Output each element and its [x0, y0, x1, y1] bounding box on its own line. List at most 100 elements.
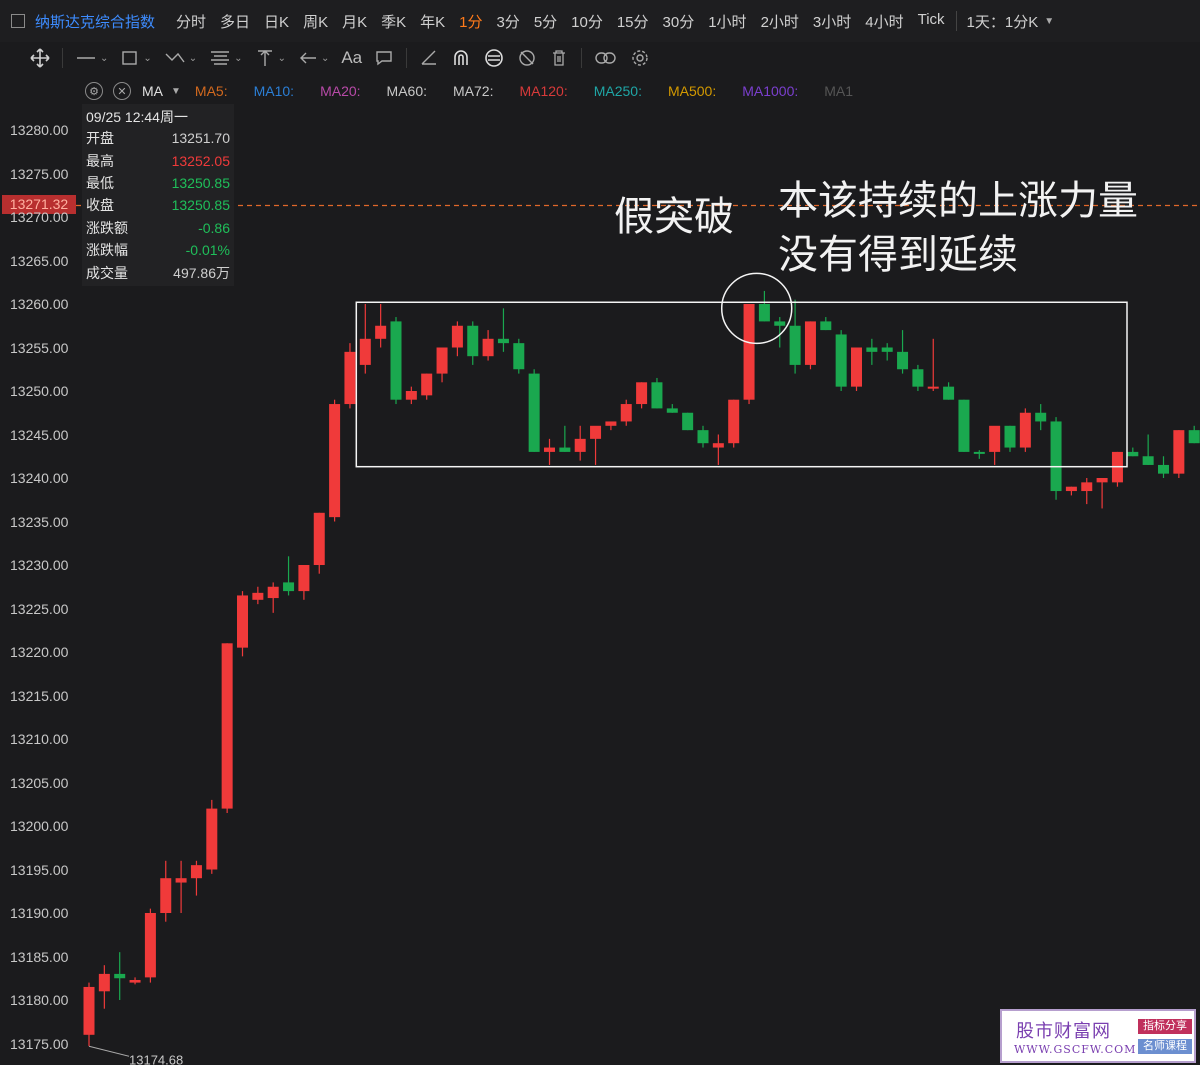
sync-icon[interactable] [483, 44, 505, 72]
info-row: 涨跌幅 -0.01% [82, 239, 234, 261]
ma-item[interactable]: MA1 [824, 83, 853, 99]
chevron-down-icon[interactable]: ⌄ [321, 53, 329, 64]
candle-body [1096, 478, 1108, 483]
timeframe-tab[interactable]: 日K [264, 11, 289, 32]
chevron-down-icon[interactable]: ⌄ [100, 53, 108, 64]
hide-icon[interactable] [517, 44, 537, 72]
candle-body [1173, 430, 1185, 474]
candle-body [528, 373, 540, 452]
sidebar-toggle-icon[interactable] [11, 14, 25, 28]
instrument-name[interactable]: 纳斯达克综合指数 [35, 11, 155, 32]
candle-body [1004, 425, 1016, 448]
link-icon[interactable] [594, 44, 618, 72]
candle-body [1158, 464, 1169, 474]
close-icon[interactable]: ✕ [113, 82, 131, 100]
timeframe-tab[interactable]: 多日 [220, 11, 250, 32]
vertical-line-icon[interactable]: ⌄ [255, 44, 286, 72]
y-axis-label: 13260.00 [10, 296, 69, 312]
info-datetime: 09/25 12:44周一 [86, 109, 188, 125]
ma-item[interactable]: MA500: [668, 83, 716, 99]
y-axis-label: 13210.00 [10, 731, 69, 747]
ma-label[interactable]: MA [142, 83, 163, 99]
timeframe-tab[interactable]: 年K [420, 11, 445, 32]
candle-body [421, 373, 433, 396]
ma-item[interactable]: MA5: [195, 83, 228, 99]
timeframe-tab[interactable]: 1分 [459, 11, 482, 32]
chevron-down-icon[interactable]: ▼ [171, 86, 181, 97]
y-axis-label: 13270.00 [10, 209, 69, 225]
breakout-circle [720, 272, 793, 345]
candle-body [129, 979, 141, 983]
timeframe-tab[interactable]: 3小时 [813, 11, 851, 32]
timeframe-tab[interactable]: 15分 [617, 11, 649, 32]
candle-body [190, 865, 202, 879]
timeframe-tab[interactable]: 10分 [571, 11, 603, 32]
crosshair-icon[interactable] [30, 44, 50, 72]
rectangle-icon[interactable]: ⌄ [120, 44, 152, 72]
info-key: 开盘 [86, 130, 114, 147]
ma-item[interactable]: MA10: [254, 83, 294, 99]
candle-body [467, 325, 479, 357]
timeframe-tab[interactable]: 季K [381, 11, 406, 32]
candle-body [544, 447, 555, 452]
settings-icon[interactable] [630, 44, 650, 72]
arrow-icon[interactable]: ⌄ [298, 44, 329, 72]
timeframe-tab[interactable]: Tick [918, 11, 945, 32]
candle-body [497, 338, 509, 344]
chevron-down-icon[interactable]: ⌄ [278, 53, 286, 64]
line-icon[interactable]: ⌄ [75, 44, 108, 72]
magnet-icon[interactable] [451, 44, 471, 72]
ma-item[interactable]: MA60: [387, 83, 427, 99]
polyline-icon[interactable]: ⌄ [164, 44, 197, 72]
text-icon[interactable]: Aa [341, 44, 362, 72]
fake-breakout-annotation: 假突破 [614, 195, 734, 239]
candle-body [651, 382, 663, 409]
divider [406, 48, 408, 68]
y-axis-label: 13240.00 [10, 470, 69, 486]
ma-item[interactable]: MA250: [594, 83, 642, 99]
candle-body [989, 425, 1001, 452]
ruler-icon[interactable] [419, 44, 439, 72]
timeframe-tab[interactable]: 3分 [496, 11, 519, 32]
gear-icon[interactable]: ⚙ [85, 82, 103, 100]
delete-icon[interactable] [549, 44, 569, 72]
info-row: 涨跌额 -0.86 [82, 217, 234, 239]
fib-icon[interactable]: ⌄ [209, 44, 243, 72]
chevron-down-icon[interactable]: ⌄ [234, 53, 242, 64]
ma-item[interactable]: MA120: [519, 83, 567, 99]
ma-item[interactable]: MA20: [320, 83, 360, 99]
timeframe-tab[interactable]: 周K [303, 11, 328, 32]
candle-body [144, 913, 156, 978]
chevron-down-icon[interactable]: ⌄ [189, 53, 197, 64]
y-axis-label: 13215.00 [10, 687, 69, 704]
info-key: 收盘 [86, 197, 114, 214]
candle-body [835, 334, 847, 387]
candle-body [237, 595, 248, 648]
chevron-down-icon[interactable]: ▼ [1044, 16, 1054, 27]
timeframe-tab[interactable]: 30分 [663, 11, 695, 32]
candle-body [620, 404, 632, 422]
timeframe-tab[interactable]: 1小时 [708, 11, 746, 32]
y-axis-label: 13220.00 [10, 644, 69, 660]
timeframe-tab[interactable]: 月K [342, 11, 367, 32]
candle-body [1019, 412, 1031, 448]
chevron-down-icon[interactable]: ⌄ [143, 53, 151, 64]
ma-item[interactable]: MA72: [453, 83, 493, 99]
range-selector[interactable]: 1天：1分K [967, 11, 1039, 32]
timeframe-tab[interactable]: 4小时 [865, 11, 903, 32]
info-value: 13250.85 [171, 174, 230, 191]
candle-body [866, 347, 878, 352]
timeframe-tab[interactable]: 5分 [534, 11, 557, 32]
timeframe-tab[interactable]: 2小时 [761, 11, 799, 32]
info-value: 13250.85 [171, 197, 230, 214]
candle-body [897, 351, 909, 370]
candle-body [820, 321, 832, 331]
comment-icon[interactable] [374, 44, 394, 72]
y-axis-label: 13255.00 [10, 339, 69, 356]
timeframe-tab[interactable]: 分时 [176, 11, 206, 32]
candle-body [344, 351, 356, 405]
y-axis-label: 13275.00 [10, 165, 69, 182]
ma-item[interactable]: MA1000: [742, 83, 798, 99]
candle-body [390, 321, 402, 400]
candle-body [114, 973, 126, 979]
